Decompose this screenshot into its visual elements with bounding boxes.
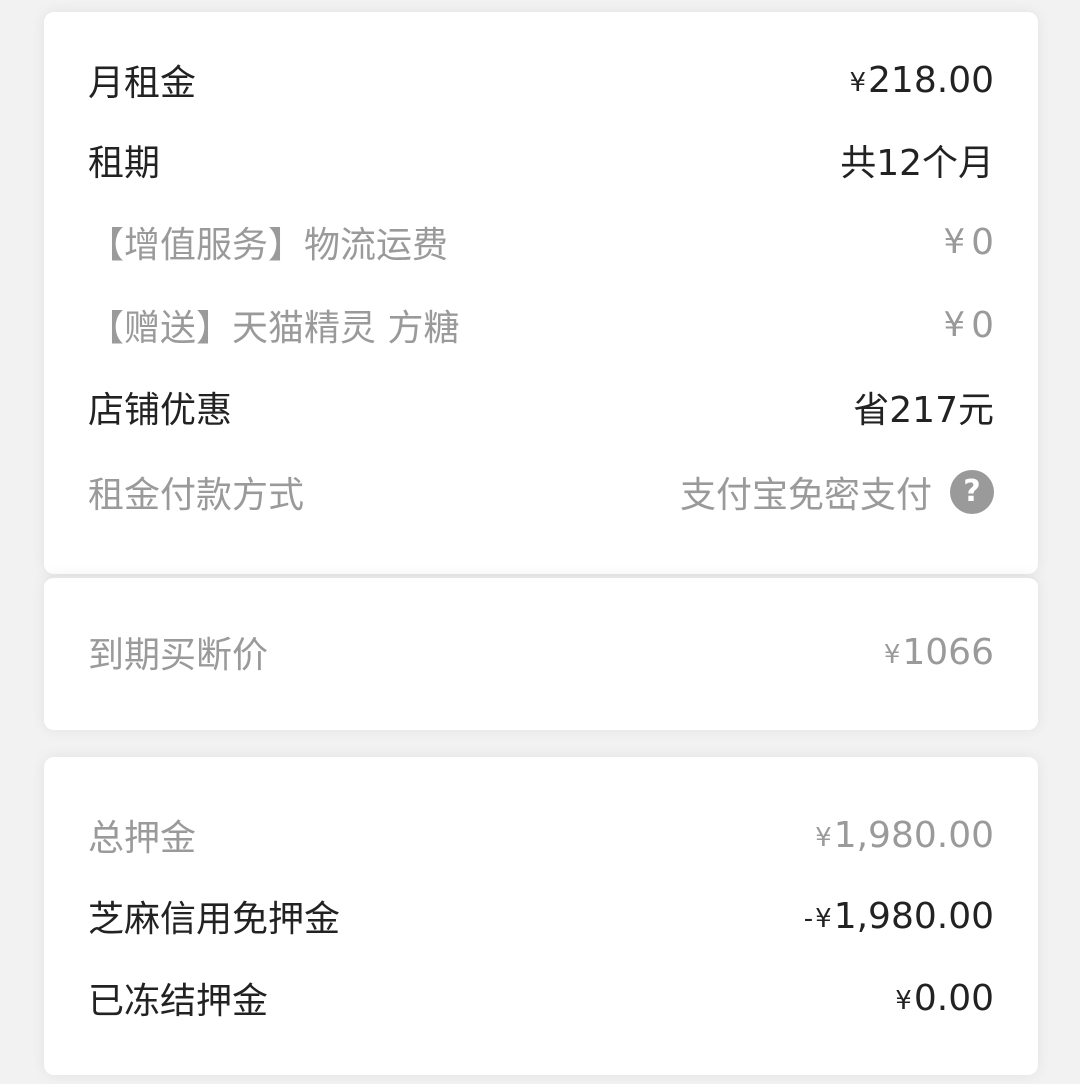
- shop-discount-row: 店铺优惠 省217元: [88, 377, 994, 437]
- lease-term-row: 租期 共12个月: [88, 130, 994, 190]
- buyout-price-label: 到期买断价: [88, 635, 269, 676]
- lease-term-value: 共12个月: [840, 143, 994, 184]
- total-deposit-row: 总押金 ¥ 1,980.00: [88, 805, 994, 865]
- payment-method-value: 支付宝免密支付 ?: [680, 466, 994, 518]
- currency-symbol: ¥: [849, 68, 867, 98]
- payment-method-text: 支付宝免密支付: [679, 475, 932, 516]
- frozen-deposit-row: 已冻结押金 ¥ 0.00: [88, 968, 994, 1028]
- deposit-card: 总押金 ¥ 1,980.00 芝麻信用免押金 - ¥ 1,980.00 已冻结押…: [44, 757, 1038, 1075]
- total-deposit-amount: 1,980.00: [833, 814, 994, 856]
- gift-label: 【赠送】天猫精灵 方糖: [88, 308, 460, 349]
- logistics-fee-row: 【增值服务】物流运费 ¥ 0: [88, 212, 994, 272]
- frozen-deposit-amount: 0.00: [913, 977, 994, 1019]
- total-deposit-label: 总押金: [88, 818, 197, 859]
- payment-method-label: 租金付款方式: [88, 475, 305, 516]
- logistics-fee-label: 【增值服务】物流运费: [88, 225, 449, 266]
- rent-details-card: 月租金 ¥ 218.00 租期 共12个月 【增值服务】物流运费 ¥ 0 【赠送…: [44, 12, 1038, 574]
- gift-row: 【赠送】天猫精灵 方糖 ¥ 0: [88, 295, 994, 355]
- currency-symbol: ¥: [943, 305, 966, 345]
- minus-sign: -: [803, 904, 814, 934]
- question-circle-icon[interactable]: ?: [950, 470, 994, 514]
- currency-symbol: ¥: [895, 986, 912, 1016]
- payment-method-row: 租金付款方式 支付宝免密支付 ?: [88, 462, 994, 522]
- shop-discount-label: 店铺优惠: [88, 390, 233, 431]
- gift-amount: 0: [971, 304, 994, 346]
- logistics-fee-value: ¥ 0: [943, 222, 994, 263]
- sesame-credit-waiver-amount: 1,980.00: [833, 895, 994, 937]
- currency-symbol: ¥: [815, 823, 832, 853]
- monthly-rent-value: ¥ 218.00: [849, 60, 994, 101]
- sesame-credit-waiver-row: 芝麻信用免押金 - ¥ 1,980.00: [88, 886, 994, 946]
- sesame-credit-waiver-value: - ¥ 1,980.00: [804, 896, 994, 937]
- monthly-rent-row: 月租金 ¥ 218.00: [88, 50, 994, 110]
- sesame-credit-waiver-label: 芝麻信用免押金: [88, 899, 341, 940]
- buyout-price-row: 到期买断价 ¥ 1066: [88, 622, 994, 682]
- monthly-rent-label: 月租金: [88, 63, 197, 104]
- gift-value: ¥ 0: [943, 305, 994, 346]
- buyout-card: 到期买断价 ¥ 1066: [44, 576, 1038, 730]
- monthly-rent-amount: 218.00: [868, 59, 994, 101]
- currency-symbol: ¥: [943, 222, 966, 262]
- frozen-deposit-label: 已冻结押金: [88, 981, 269, 1022]
- lease-term-label: 租期: [88, 143, 161, 184]
- buyout-price-value: ¥ 1066: [884, 632, 994, 673]
- frozen-deposit-value: ¥ 0.00: [895, 978, 994, 1019]
- logistics-fee-amount: 0: [971, 221, 994, 263]
- currency-symbol: ¥: [815, 904, 832, 934]
- currency-symbol: ¥: [883, 640, 901, 670]
- total-deposit-value: ¥ 1,980.00: [815, 815, 994, 856]
- buyout-price-amount: 1066: [902, 631, 994, 673]
- shop-discount-value: 省217元: [853, 390, 994, 431]
